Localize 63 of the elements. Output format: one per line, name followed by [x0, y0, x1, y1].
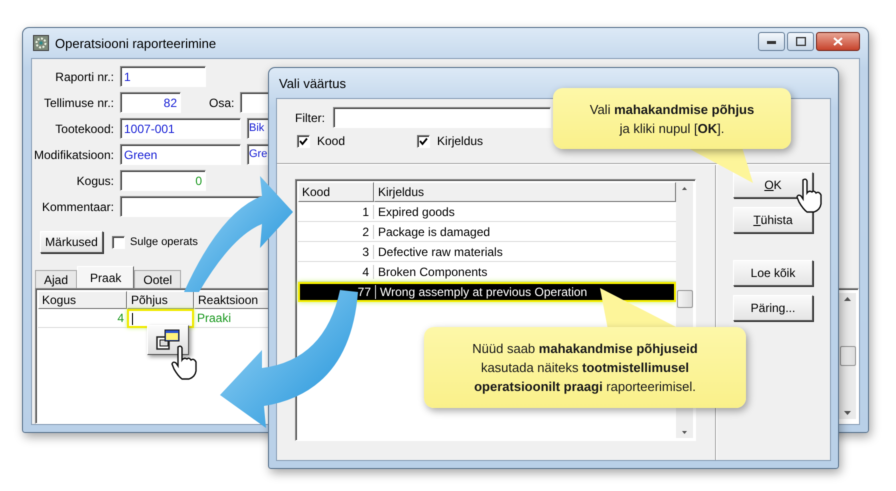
tab[interactable]: Ootel	[134, 270, 182, 288]
table-cell: 4	[38, 309, 127, 328]
dialog-button[interactable]: Loe kõik	[733, 260, 813, 286]
checkbox-label: Kirjeldus	[437, 134, 484, 148]
field-label: Filter:	[295, 110, 325, 124]
dialog-button[interactable]: Päring...	[733, 295, 813, 321]
minimize-button[interactable]	[758, 32, 785, 51]
tab[interactable]: Praak	[77, 266, 134, 288]
code-cell: 4	[298, 264, 374, 278]
column-header[interactable]: Põhjus	[127, 291, 194, 309]
filter-field[interactable]	[333, 107, 551, 128]
notes-button[interactable]: Märkused	[40, 231, 103, 253]
callout-text: Vali mahakandmise põhjus ja kliki nupul [OK].	[588, 100, 756, 138]
field-label: Kogus:	[76, 174, 114, 188]
scrollbar[interactable]	[839, 293, 856, 419]
close-icon	[833, 37, 843, 46]
code-cell: 2	[298, 224, 374, 238]
lookup-button[interactable]	[147, 325, 189, 355]
input-field[interactable]: 82	[120, 92, 181, 113]
maximize-button[interactable]	[787, 32, 814, 51]
checkbox-label: Kood	[317, 134, 346, 148]
scroll-thumb[interactable]	[676, 290, 692, 308]
description-cell-text: Broken Components	[377, 264, 488, 278]
field-label: Tellimuse nr.:	[42, 96, 114, 110]
list-row[interactable]: 1 Expired goods	[298, 202, 676, 222]
column-header[interactable]: Kirjeldus	[374, 182, 676, 202]
callout-text: Nüüd saab mahakandmise põhjuseid kasutada näiteks tootmistellimusel operatsioonilt praagi raporteerimisel.	[471, 340, 699, 396]
input-field[interactable]: Bik	[247, 118, 269, 139]
windows-icon	[156, 329, 180, 351]
list-row[interactable]: 3 Defective raw materials	[298, 242, 676, 262]
tab[interactable]: Ajad	[35, 270, 78, 288]
maximize-icon	[796, 37, 806, 46]
input-field[interactable]: Green	[120, 144, 241, 165]
description-cell-text: Expired goods	[377, 204, 456, 218]
column-header[interactable]: Kogus	[38, 291, 127, 309]
checkbox[interactable]	[417, 134, 430, 148]
field-label: Kommentaar:	[40, 200, 114, 214]
window-title: Operatsiooni raporteerimine	[55, 36, 216, 50]
input-field[interactable]: 1	[120, 66, 206, 87]
list-row[interactable]: 2 Package is damaged	[298, 222, 676, 242]
input-field[interactable]: Gre	[247, 144, 269, 165]
scroll-thumb[interactable]	[840, 346, 856, 366]
minimize-icon	[766, 40, 776, 44]
field-label: Modifikatsioon:	[32, 148, 114, 162]
code-cell: 1	[298, 204, 374, 218]
window-title: Vali väärtus	[279, 76, 346, 90]
field-label: Osa:	[209, 96, 234, 110]
description-cell-text: Wrong assemply at previous Operation	[379, 285, 588, 299]
description-cell-text: Defective raw materials	[377, 244, 504, 258]
field-label: Tootekood:	[54, 122, 114, 136]
input-field[interactable]: 1007-001	[120, 118, 241, 139]
dialog-button[interactable]: Tühista	[733, 207, 813, 233]
field-label: Raporti nr.:	[54, 70, 114, 84]
column-header[interactable]: Kood	[298, 182, 374, 202]
checkbox[interactable]	[112, 236, 125, 248]
description-cell-text: Package is damaged	[377, 224, 492, 238]
close-button[interactable]	[816, 32, 860, 51]
app-icon	[33, 35, 49, 51]
code-cell: 3	[298, 244, 374, 258]
list-row[interactable]: 77 Wrong assemply at previous Operation	[298, 282, 676, 302]
checkbox-label: Sulge operats	[130, 236, 198, 248]
checkbox[interactable]	[297, 134, 310, 148]
input-field[interactable]: 0	[120, 170, 206, 191]
